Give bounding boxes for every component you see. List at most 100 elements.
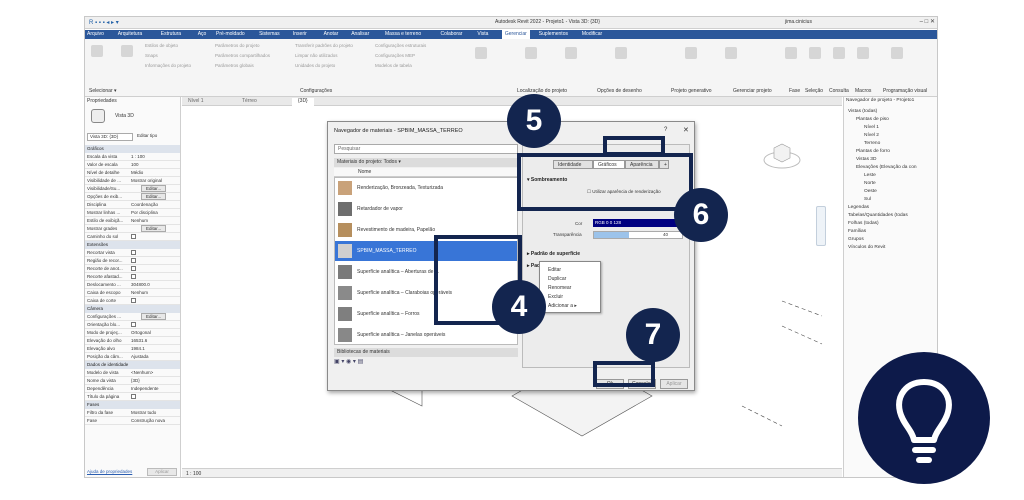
property-row[interactable]: Mostrar linhas ... Por disciplina xyxy=(85,209,180,217)
browser-item[interactable]: Plantas de forro xyxy=(856,149,890,154)
ribbon-tab[interactable]: Arquitetura xyxy=(118,31,142,37)
property-row[interactable]: Disciplina Coordenação xyxy=(85,201,180,209)
ribbon-tab[interactable]: Suplementos xyxy=(539,31,568,37)
property-row[interactable]: Recorte afastad... xyxy=(85,273,180,281)
property-section[interactable]: Gráficos xyxy=(85,145,180,153)
property-checkbox[interactable] xyxy=(131,258,136,263)
menu-item-duplicate[interactable]: Duplicar xyxy=(548,276,566,282)
property-row[interactable]: Orientação blo... xyxy=(85,321,180,329)
ribbon-tab[interactable]: Sistemas xyxy=(259,31,280,37)
property-value[interactable]: Médio xyxy=(131,170,143,175)
browser-item[interactable]: Oeste xyxy=(864,189,877,194)
property-edit-button[interactable]: Editar... xyxy=(141,225,167,232)
help-icon[interactable]: ? xyxy=(664,127,667,133)
property-section[interactable]: Dados de identidade xyxy=(85,361,180,369)
properties-help-link[interactable]: Ajuda de propriedades xyxy=(87,469,132,474)
settings-item[interactable]: Estilos de objeto xyxy=(145,43,178,48)
property-row[interactable]: Caixa de escopo Nenhum xyxy=(85,289,180,297)
phases-icon[interactable] xyxy=(785,47,797,59)
ribbon-tab[interactable]: Gerenciar xyxy=(501,30,530,39)
view-tab[interactable]: Térreo xyxy=(236,98,263,106)
search-input[interactable]: Pesquisar xyxy=(334,144,518,154)
browser-item[interactable]: Folhas (todas) xyxy=(848,221,879,226)
macros-icon[interactable] xyxy=(857,47,869,59)
property-row[interactable]: Recorte de anot... xyxy=(85,265,180,273)
menu-item-add-to[interactable]: Adicionar a ▸ xyxy=(548,303,577,309)
navigation-bar-icon[interactable] xyxy=(816,206,826,246)
browser-item[interactable]: Famílias xyxy=(848,229,866,234)
settings-item[interactable]: Unidades do projeto xyxy=(295,63,335,68)
view-tab-active[interactable]: {3D} xyxy=(292,98,314,106)
property-row[interactable]: Visibilidade de ... Mostrar original xyxy=(85,177,180,185)
material-item[interactable]: Superfície analítica – Janelas operáveis xyxy=(335,325,517,344)
property-checkbox[interactable] xyxy=(131,394,136,399)
property-value[interactable]: 1 : 100 xyxy=(131,154,145,159)
property-value[interactable]: Ajustada xyxy=(131,354,149,359)
ribbon-tab[interactable]: Colaborar xyxy=(441,31,463,37)
property-value[interactable]: 16531.6 xyxy=(131,338,147,343)
group-label[interactable]: Selecionar ▾ xyxy=(89,88,117,94)
quick-access-icon[interactable]: R ▪ ▪ ▪ ◂ ▸ ▾ xyxy=(89,19,119,26)
property-edit-button[interactable]: Editar... xyxy=(141,185,167,192)
property-value[interactable]: 100 xyxy=(131,162,139,167)
settings-item[interactable]: Transferir padrões do projeto xyxy=(295,43,353,48)
ribbon-tab[interactable]: Pré-moldado xyxy=(216,31,245,37)
property-row[interactable]: Estilo de exibiçã... Nenhum xyxy=(85,217,180,225)
user-name[interactable]: jima.cinicius xyxy=(785,19,812,25)
window-controls[interactable]: – □ ✕ xyxy=(920,18,935,25)
property-row[interactable]: Modelo de vista <Nenhum> xyxy=(85,369,180,377)
browser-item[interactable]: Vistas 3D xyxy=(856,157,876,162)
ribbon-tab[interactable]: Estrutura xyxy=(161,31,181,37)
coordinates-icon[interactable] xyxy=(565,47,577,59)
property-row[interactable]: Caixa de corte xyxy=(85,297,180,305)
property-row[interactable]: Mostrar grades Editar... xyxy=(85,225,180,233)
ribbon-tab[interactable]: Vista xyxy=(477,31,488,37)
property-checkbox[interactable] xyxy=(131,234,136,239)
property-checkbox[interactable] xyxy=(131,322,136,327)
browser-item[interactable]: Legendas xyxy=(848,205,869,210)
ribbon-tab[interactable]: Aço xyxy=(198,31,207,37)
browser-item[interactable]: Vínculos do Revit xyxy=(848,245,885,250)
edit-type-button[interactable]: Editar tipo xyxy=(137,133,157,138)
property-edit-button[interactable]: Editar... xyxy=(141,313,167,320)
property-row[interactable]: Escala da vista 1 : 100 xyxy=(85,153,180,161)
settings-item[interactable]: Limpar não utilizados xyxy=(295,53,338,58)
property-edit-button[interactable]: Editar... xyxy=(141,193,167,200)
menu-item-edit[interactable]: Editar xyxy=(548,267,561,273)
location-icon[interactable] xyxy=(525,47,537,59)
property-checkbox[interactable] xyxy=(131,266,136,271)
property-value[interactable]: Ortogonal xyxy=(131,330,151,335)
property-row[interactable]: Posição da câm... Ajustada xyxy=(85,353,180,361)
property-row[interactable]: Deslocamento ... 304800.0 xyxy=(85,281,180,289)
settings-item[interactable]: Informações do projeto xyxy=(145,63,191,68)
browser-item[interactable]: Nível 1 xyxy=(864,125,879,130)
properties-apply-button[interactable]: Aplicar xyxy=(147,468,177,476)
ribbon-tab[interactable]: Massa e terreno xyxy=(385,31,421,37)
property-value[interactable]: Mostrar original xyxy=(131,178,162,183)
property-value[interactable]: Mostrar tudo xyxy=(131,410,156,415)
settings-item[interactable]: Configurações estruturais xyxy=(375,43,426,48)
property-section[interactable]: Fases xyxy=(85,401,180,409)
design-options-icon[interactable] xyxy=(615,47,627,59)
ribbon-tab[interactable]: Inserir xyxy=(293,31,307,37)
view-scale[interactable]: 1 : 100 xyxy=(186,471,201,477)
property-value[interactable]: <Nenhum> xyxy=(131,370,153,375)
library-header[interactable]: Bibliotecas de materiais xyxy=(334,348,518,357)
browser-item[interactable]: Plantas de piso xyxy=(856,117,889,122)
inquiry-icon[interactable] xyxy=(833,47,845,59)
settings-item[interactable]: Configurações MEP xyxy=(375,53,415,58)
property-value[interactable]: Nenhum xyxy=(131,218,148,223)
property-row[interactable]: Nome da vista {3D} xyxy=(85,377,180,385)
browser-item[interactable]: Elevações (Elevação da con xyxy=(856,165,917,170)
property-row[interactable]: Opções de exib... Editar... xyxy=(85,193,180,201)
property-value[interactable]: Construção nova xyxy=(131,418,165,423)
menu-item-rename[interactable]: Renomear xyxy=(548,285,571,291)
apply-button[interactable]: Aplicar xyxy=(660,379,688,389)
property-row[interactable]: Elevação alvo 1984.1 xyxy=(85,345,180,353)
property-value[interactable]: Independente xyxy=(131,386,159,391)
property-value[interactable]: 304800.0 xyxy=(131,282,150,287)
browser-item[interactable]: Norte xyxy=(864,181,876,186)
property-value[interactable]: 1984.1 xyxy=(131,346,145,351)
close-icon[interactable]: ✕ xyxy=(683,126,689,134)
property-row[interactable]: Título da página xyxy=(85,393,180,401)
